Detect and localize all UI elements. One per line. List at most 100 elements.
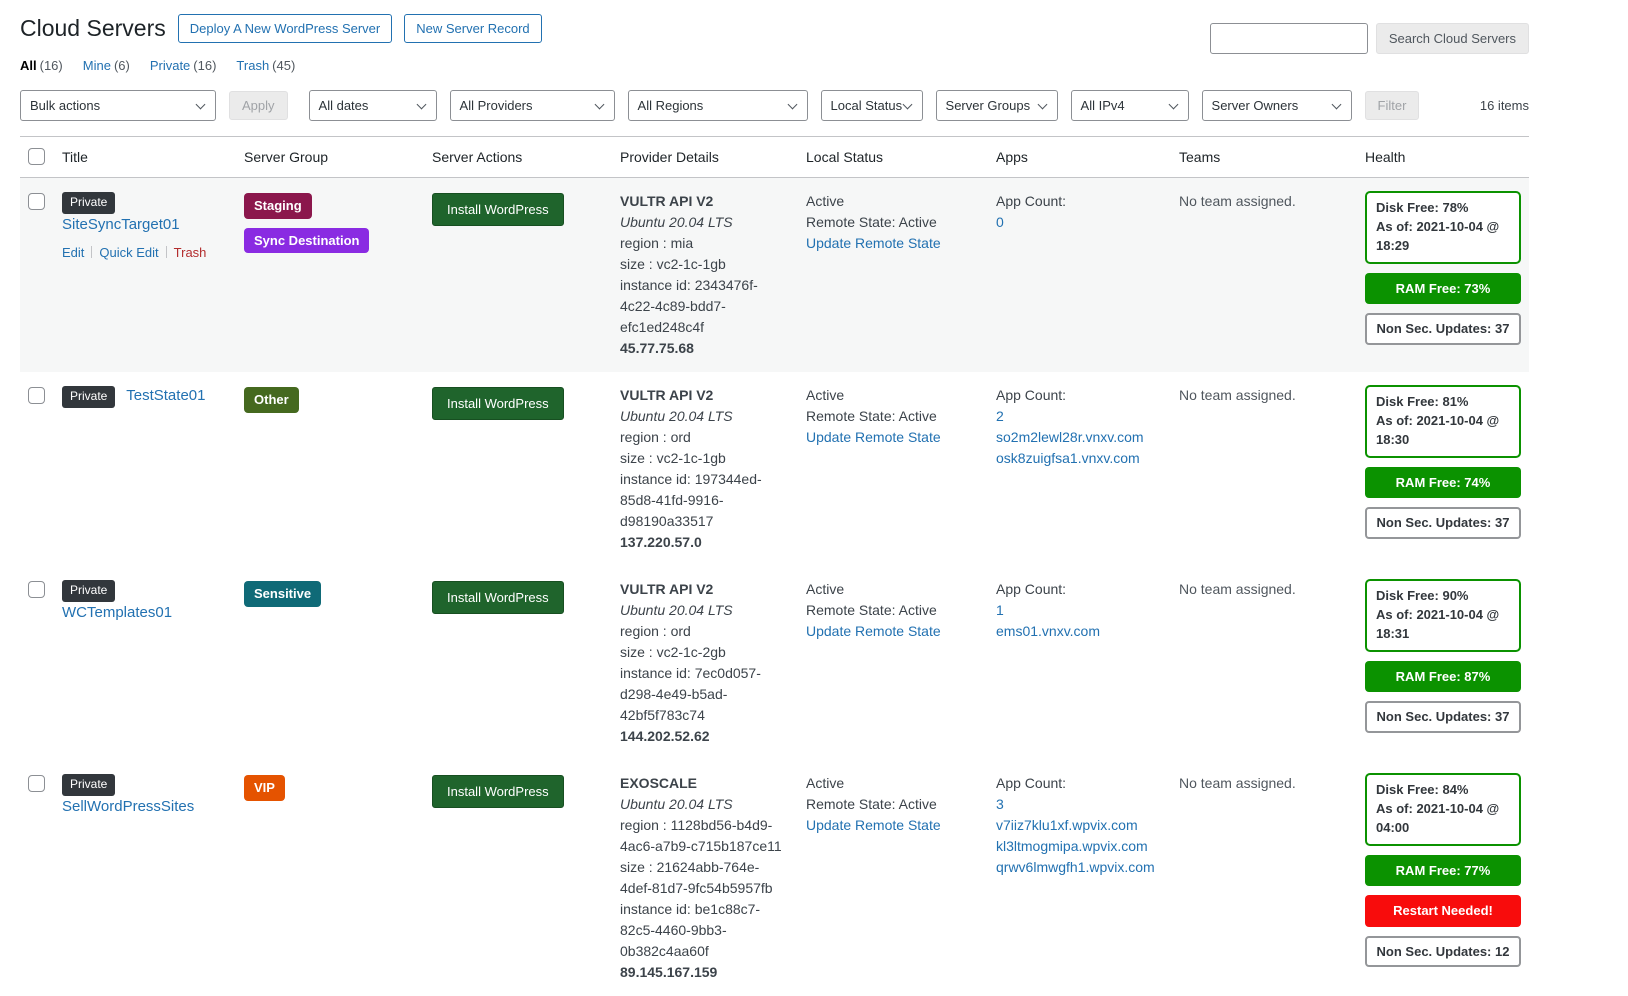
provider-os: Ubuntu 20.04 LTS [620, 406, 790, 427]
provider-region: region : mia [620, 233, 790, 254]
server-title-link[interactable]: TestState01 [126, 387, 205, 404]
tab-mine[interactable]: Mine(6) [83, 58, 130, 73]
column-header-apps: Apps [996, 149, 1179, 165]
chevron-down-icon [594, 100, 604, 110]
search-input[interactable] [1210, 23, 1368, 54]
row-checkbox[interactable] [28, 775, 45, 792]
app-count-link[interactable]: 1 [996, 600, 1163, 621]
providers-filter-select[interactable]: All Providers [450, 90, 615, 121]
disk-free-box: Disk Free: 81% As of: 2021-10-04 @ 18:30 [1365, 385, 1521, 458]
app-domain-link[interactable]: osk8zuigfsa1.vnxv.com [996, 448, 1163, 469]
column-header-health: Health [1365, 149, 1549, 165]
chevron-down-icon [196, 100, 206, 110]
provider-ip: 144.202.52.62 [620, 726, 790, 747]
update-remote-state-link[interactable]: Update Remote State [806, 623, 941, 639]
app-count-label: App Count: [996, 193, 1066, 209]
dates-filter-select[interactable]: All dates [309, 90, 437, 121]
provider-instance-id: instance id: be1c88c7-82c5-4460-9bb3-0b3… [620, 899, 790, 962]
filter-button[interactable]: Filter [1365, 91, 1420, 120]
server-owners-filter-select[interactable]: Server Owners [1202, 90, 1352, 121]
search-cloud-servers-button[interactable]: Search Cloud Servers [1376, 23, 1529, 54]
trash-link[interactable]: Trash [174, 245, 207, 260]
provider-region: region : ord [620, 427, 790, 448]
table-row: Private SiteSyncTarget01 EditQuick EditT… [20, 178, 1529, 372]
provider-size: size : vc2-1c-1gb [620, 448, 790, 469]
filter-toolbar: Bulk actions Apply All dates All Provide… [20, 90, 1529, 121]
table-header-row: Title Server Group Server Actions Provid… [20, 136, 1529, 178]
column-header-local-status: Local Status [806, 149, 996, 165]
separator [91, 246, 92, 258]
select-all-checkbox[interactable] [28, 148, 45, 165]
install-wordpress-button[interactable]: Install WordPress [432, 387, 564, 420]
chevron-down-icon [416, 100, 426, 110]
provider-ip: 89.145.167.159 [620, 962, 790, 983]
provider-details-cell: VULTR API V2 Ubuntu 20.04 LTS region : o… [620, 385, 806, 553]
app-domain-link[interactable]: kl3ltmogmipa.wpvix.com [996, 836, 1163, 857]
server-title-link[interactable]: SiteSyncTarget01 [62, 216, 180, 233]
app-domain-link[interactable]: v7iiz7klu1xf.wpvix.com [996, 815, 1163, 836]
local-status-state: Active [806, 385, 980, 406]
edit-link[interactable]: Edit [62, 245, 84, 260]
row-checkbox[interactable] [28, 581, 45, 598]
server-group-badge: Sync Destination [244, 228, 369, 254]
chevron-down-icon [1331, 100, 1341, 110]
update-remote-state-link[interactable]: Update Remote State [806, 235, 941, 251]
teams-cell: No team assigned. [1179, 579, 1365, 600]
tab-all[interactable]: All(16) [20, 58, 63, 73]
disk-free-box: Disk Free: 84% As of: 2021-10-04 @ 04:00 [1365, 773, 1521, 846]
tab-trash[interactable]: Trash(45) [236, 58, 295, 73]
app-count-link[interactable]: 2 [996, 406, 1163, 427]
deploy-wordpress-server-button[interactable]: Deploy A New WordPress Server [178, 14, 393, 43]
provider-details-cell: VULTR API V2 Ubuntu 20.04 LTS region : m… [620, 191, 806, 359]
column-header-title: Title [62, 149, 244, 165]
provider-size: size : 21624abb-764e-4def-81d7-9fc54b595… [620, 857, 790, 899]
row-checkbox[interactable] [28, 387, 45, 404]
apps-cell: App Count: 3 v7iiz7klu1xf.wpvix.com kl3l… [996, 773, 1179, 878]
disk-free-as-of: As of: 2021-10-04 @ 18:29 [1376, 218, 1510, 256]
app-domain-link[interactable]: qrwv6lmwgfh1.wpvix.com [996, 857, 1163, 878]
column-header-server-group: Server Group [244, 149, 432, 165]
page-title: Cloud Servers [20, 15, 166, 42]
install-wordpress-button[interactable]: Install WordPress [432, 193, 564, 226]
bulk-actions-select[interactable]: Bulk actions [20, 90, 216, 121]
app-count-label: App Count: [996, 775, 1066, 791]
provider-size: size : vc2-1c-1gb [620, 254, 790, 275]
apps-cell: App Count: 0 [996, 191, 1179, 233]
app-count-link[interactable]: 3 [996, 794, 1163, 815]
update-remote-state-link[interactable]: Update Remote State [806, 817, 941, 833]
restart-needed-box: Restart Needed! [1365, 895, 1521, 927]
local-status-filter-select[interactable]: Local Status [821, 90, 923, 121]
row-actions: Edit Quick Edit Trash [62, 243, 228, 263]
server-title-link[interactable]: SellWordPressSites [62, 798, 194, 815]
server-group-cell: Sensitive [244, 579, 432, 607]
non-sec-updates-box: Non Sec. Updates: 37 [1365, 507, 1521, 539]
regions-filter-select[interactable]: All Regions [628, 90, 808, 121]
local-status-cell: Active Remote State: Active Update Remot… [806, 773, 996, 836]
search-area: Search Cloud Servers [1210, 23, 1529, 54]
update-remote-state-link[interactable]: Update Remote State [806, 429, 941, 445]
app-count-link[interactable]: 0 [996, 212, 1163, 233]
apply-button[interactable]: Apply [229, 91, 288, 120]
health-cell: Disk Free: 81% As of: 2021-10-04 @ 18:30… [1365, 385, 1537, 539]
install-wordpress-button[interactable]: Install WordPress [432, 581, 564, 614]
disk-free-value: Disk Free: 84% [1376, 781, 1510, 800]
server-title-link[interactable]: WCTemplates01 [62, 604, 172, 621]
servers-table: Title Server Group Server Actions Provid… [20, 136, 1529, 996]
app-domain-link[interactable]: so2m2lewl28r.vnxv.com [996, 427, 1163, 448]
row-checkbox[interactable] [28, 193, 45, 210]
apps-cell: App Count: 2 so2m2lewl28r.vnxv.com osk8z… [996, 385, 1179, 469]
table-row: Private SellWordPressSites VIP Install W… [20, 760, 1529, 996]
install-wordpress-button[interactable]: Install WordPress [432, 775, 564, 808]
local-status-state: Active [806, 773, 980, 794]
provider-instance-id: instance id: 2343476f-4c22-4c89-bdd7-efc… [620, 275, 790, 338]
ipv4-filter-select[interactable]: All IPv4 [1071, 90, 1189, 121]
new-server-record-button[interactable]: New Server Record [404, 14, 541, 43]
disk-free-box: Disk Free: 90% As of: 2021-10-04 @ 18:31 [1365, 579, 1521, 652]
quick-edit-link[interactable]: Quick Edit [99, 245, 158, 260]
app-domain-link[interactable]: ems01.vnxv.com [996, 621, 1163, 642]
remote-state: Remote State: Active [806, 212, 980, 233]
server-group-badge: Staging [244, 193, 312, 219]
tab-private[interactable]: Private(16) [150, 58, 217, 73]
server-actions-cell: Install WordPress [432, 773, 620, 808]
server-groups-filter-select[interactable]: Server Groups [936, 90, 1058, 121]
